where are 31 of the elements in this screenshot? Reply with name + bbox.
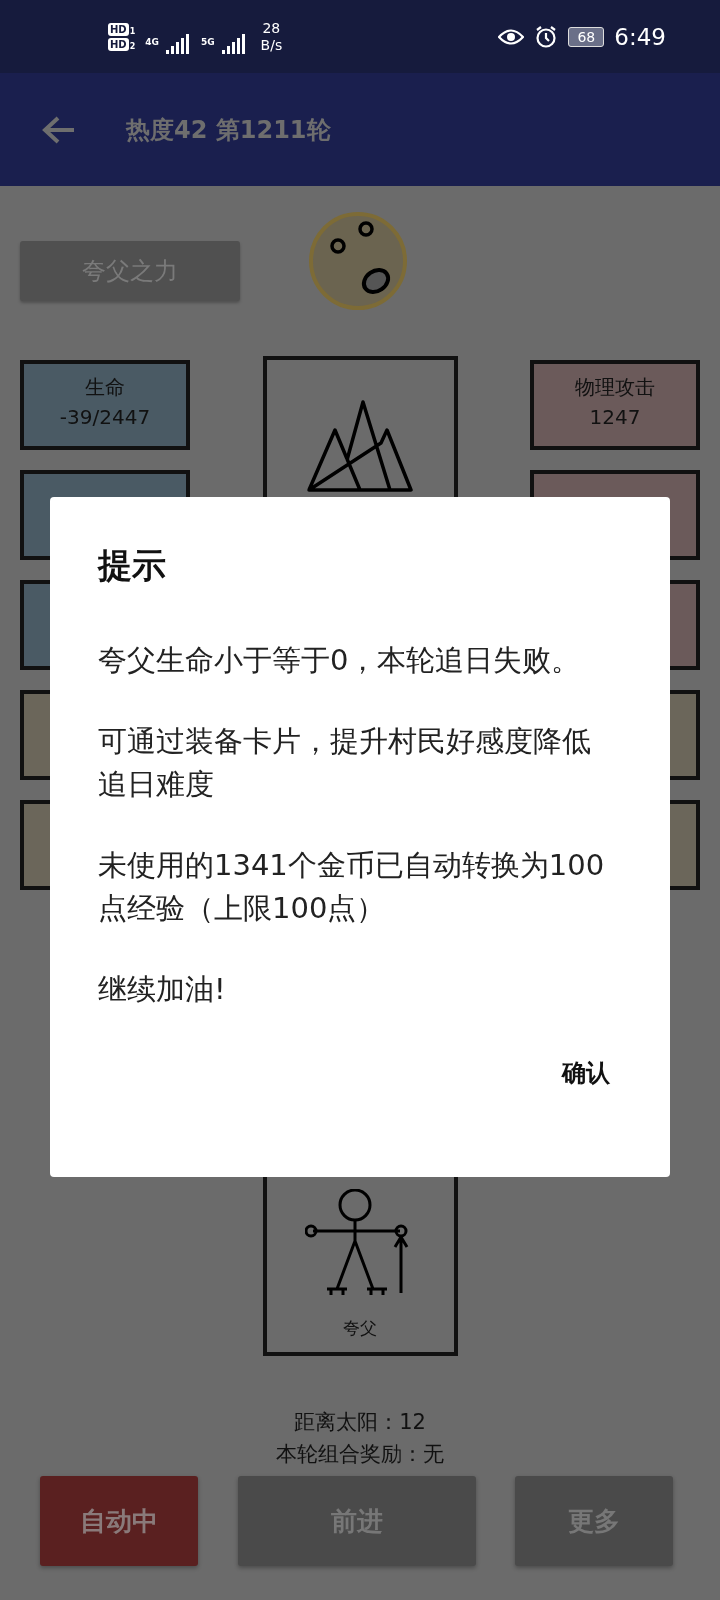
- hd-badge: HD: [108, 22, 129, 36]
- dialog-title: 提示: [98, 544, 167, 587]
- hd-badge: HD: [108, 37, 129, 51]
- mountain-icon: [307, 400, 413, 492]
- action-button[interactable]: 自动中: [40, 1476, 198, 1566]
- sun-icon: [308, 211, 408, 311]
- speed-unit: B/s: [260, 36, 283, 54]
- sim-slot: 1: [129, 26, 136, 36]
- stat-label: 物理攻击: [575, 374, 655, 401]
- dialog-message: 未使用的1341个金币已自动转换为100点经验（上限100点）: [98, 847, 606, 927]
- distance-text: 距离太阳：12: [294, 1409, 426, 1436]
- character-name: 夸父: [343, 1317, 377, 1340]
- stat-value: 1247: [589, 404, 641, 431]
- stat-label: 生命: [85, 374, 125, 401]
- stat-value: -39/2447: [59, 404, 151, 431]
- sim-slot: 2: [129, 41, 136, 51]
- confirm-button[interactable]: 确认: [562, 1049, 610, 1097]
- eye-icon: [498, 27, 525, 46]
- battery-icon: 68: [568, 26, 605, 47]
- back-icon[interactable]: [42, 114, 76, 145]
- dialog-message: 夸父生命小于等于0，本轮追日失败。: [98, 642, 582, 679]
- signal-icon: [220, 32, 247, 55]
- network-type: 5G: [200, 36, 215, 47]
- dialog-message: 继续加油!: [98, 971, 227, 1008]
- speed-value: 28: [262, 19, 281, 37]
- bonus-text: 本轮组合奖励：无: [276, 1441, 444, 1468]
- page-title: 热度42 第1211轮: [126, 114, 331, 146]
- signal-icon: [164, 32, 191, 55]
- dialog-message: 可通过装备卡片，提升村民好感度降低追日难度: [98, 723, 592, 803]
- network-type: 4G: [145, 36, 159, 47]
- clock-time: 6:49: [614, 23, 666, 50]
